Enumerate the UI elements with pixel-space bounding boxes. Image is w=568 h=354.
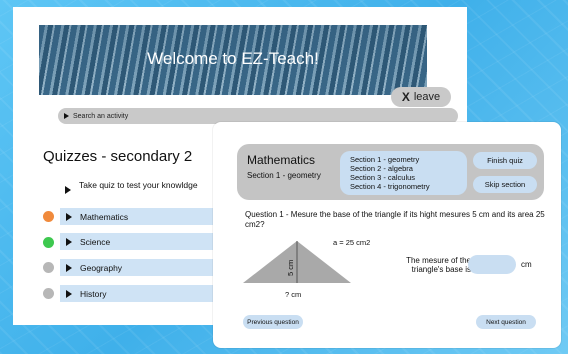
play-icon xyxy=(66,263,72,272)
subject-item-science[interactable]: Science xyxy=(60,233,230,250)
take-quiz-label: Take quiz to test your knowldge xyxy=(79,180,198,190)
section-item[interactable]: Section 1 - geometry xyxy=(350,155,457,164)
subject-item-history[interactable]: History xyxy=(60,285,230,302)
section-item[interactable]: Section 4 - trigonometry xyxy=(350,182,457,191)
search-placeholder: Search an activity xyxy=(73,112,129,120)
close-icon: X xyxy=(401,90,410,104)
answer-unit: cm xyxy=(521,260,532,269)
subject-label: History xyxy=(80,288,107,299)
height-label: 5 cm xyxy=(286,260,295,276)
play-icon xyxy=(66,237,72,246)
subject-label: Science xyxy=(80,236,111,247)
quizzes-title: Quizzes - secondary 2 xyxy=(43,148,193,165)
play-icon xyxy=(65,186,71,194)
area-label: a = 25 cm2 xyxy=(333,238,371,247)
status-dot-history xyxy=(43,288,54,299)
quiz-question-window: Mathematics Section 1 - geometry Section… xyxy=(213,122,561,348)
previous-question-button[interactable]: Previous question xyxy=(243,315,303,329)
answer-input[interactable] xyxy=(468,255,516,274)
banner-title: Welcome to EZ-Teach! xyxy=(147,49,319,68)
status-dot-geography xyxy=(43,262,54,273)
take-quiz-item[interactable]: Take quiz to test your knowldge xyxy=(65,180,215,194)
section-item[interactable]: Section 3 - calculus xyxy=(350,173,457,182)
section-item[interactable]: Section 2 - algebra xyxy=(350,164,457,173)
status-dot-science xyxy=(43,237,54,248)
status-dot-mathematics xyxy=(43,211,54,222)
skip-section-button[interactable]: Skip section xyxy=(473,176,537,193)
play-icon xyxy=(64,113,69,119)
welcome-banner: Welcome to EZ-Teach! xyxy=(39,25,427,95)
current-section: Section 1 - geometry xyxy=(247,171,321,180)
subject-item-geography[interactable]: Geography xyxy=(60,259,230,276)
quiz-header: Mathematics Section 1 - geometry Section… xyxy=(237,144,544,200)
subject-title: Mathematics xyxy=(247,153,316,167)
question-text: Question 1 - Mesure the base of the tria… xyxy=(245,210,545,229)
next-question-button[interactable]: Next question xyxy=(476,315,536,329)
sections-list: Section 1 - geometry Section 2 - algebra… xyxy=(340,151,467,195)
leave-button[interactable]: X leave xyxy=(391,87,451,107)
leave-label: leave xyxy=(413,91,441,103)
subject-label: Geography xyxy=(80,262,123,273)
subject-label: Mathematics xyxy=(80,211,129,222)
play-icon xyxy=(66,212,72,221)
finish-quiz-button[interactable]: Finish quiz xyxy=(473,152,537,169)
base-label: ? cm xyxy=(285,290,302,299)
subject-item-mathematics[interactable]: Mathematics xyxy=(60,208,230,225)
answer-prompt: The mesure of the triangle's base is xyxy=(406,256,471,274)
play-icon xyxy=(66,289,72,298)
